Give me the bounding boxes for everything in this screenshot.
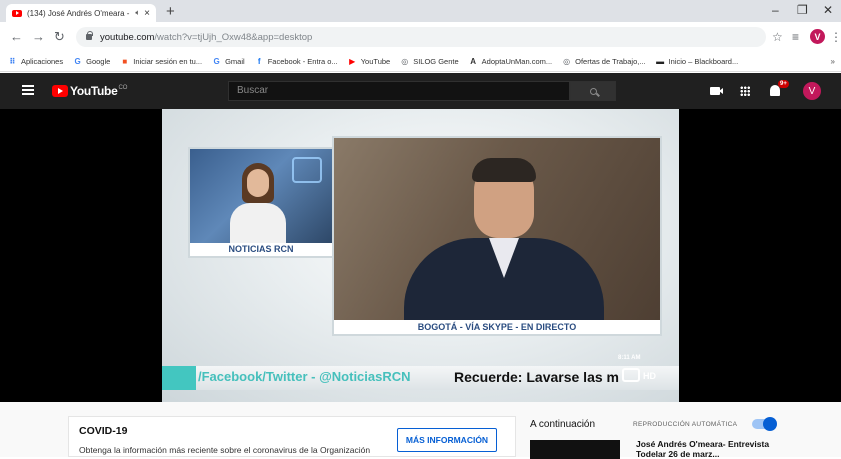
- window-close-button[interactable]: ✕: [823, 3, 833, 17]
- url-path: /watch?v=tjUjh_Oxw48&app=desktop: [154, 31, 313, 43]
- facebook-icon: f: [257, 57, 261, 66]
- google-icon: G: [213, 57, 220, 66]
- forward-arrow-icon[interactable]: →: [32, 29, 45, 44]
- bookmark-item[interactable]: ◎ SILOG Gente: [400, 57, 458, 66]
- bookmark-item[interactable]: A AdoptaUnMan.com...: [469, 57, 552, 66]
- bookmarks-overflow-icon[interactable]: »: [831, 57, 835, 66]
- adopta-icon: A: [470, 57, 477, 66]
- reload-icon[interactable]: ↻: [54, 29, 65, 45]
- anchor-image: [190, 149, 332, 243]
- news-anchor: [230, 163, 286, 243]
- country-code: CO: [118, 85, 128, 91]
- new-tab-button[interactable]: +: [166, 3, 175, 20]
- youtube-icon: ▶: [349, 57, 356, 66]
- bookmark-label: Aplicaciones: [21, 57, 64, 66]
- browser-profile-avatar[interactable]: V: [810, 29, 825, 44]
- browser-tab-strip: (134) José Andrés O'meara - 🔈︎ × + – ❐ ✕: [0, 0, 841, 22]
- browser-tab[interactable]: (134) José Andrés O'meara - 🔈︎ ×: [6, 4, 156, 22]
- bookmark-label: Facebook - Entra o...: [267, 57, 338, 66]
- bookmark-label: SILOG Gente: [413, 57, 459, 66]
- next-video-thumbnail[interactable]: [530, 440, 620, 459]
- globe-icon: ◎: [563, 57, 571, 66]
- autoplay-toggle[interactable]: [752, 417, 777, 431]
- back-arrow-icon[interactable]: ←: [10, 29, 23, 44]
- address-bar-row: ← → ↻ youtube.com/watch?v=tjUjh_Oxw48&ap…: [0, 22, 841, 52]
- youtube-header: YouTube CO Buscar 9+ V: [0, 73, 841, 109]
- url-host: youtube.com: [100, 31, 155, 43]
- bookmarks-bar: ⠿ Aplicaciones G Google ■ Iniciar sesión en t…: [0, 52, 841, 72]
- info-panel-title: COVID-19: [79, 425, 128, 437]
- bookmark-item[interactable]: ▶ YouTube: [348, 57, 390, 66]
- ticker-accent: [162, 366, 196, 390]
- blackboard-icon: ▬: [656, 57, 665, 66]
- notifications-badge: 9+: [778, 80, 789, 88]
- bookmark-label: AdoptaUnMan.com...: [481, 57, 553, 66]
- interviewee: [404, 158, 604, 334]
- bookmark-label: Ofertas de Trabajo,...: [575, 57, 646, 66]
- minimize-button[interactable]: –: [772, 3, 779, 17]
- covid-info-panel: COVID-19 Obtenga la información más reci…: [68, 416, 516, 457]
- rcn-logo-icon: [292, 157, 322, 183]
- below-player-area: COVID-19 Obtenga la información más reci…: [0, 402, 841, 459]
- youtube-favicon-icon: [12, 9, 22, 17]
- youtube-logo[interactable]: YouTube CO: [52, 84, 127, 98]
- news-ticker: /Facebook/Twitter - @NoticiasRCN Recuerd…: [162, 366, 679, 390]
- broadcast-clock: 8:11 AM: [618, 355, 641, 361]
- restore-button[interactable]: ❐: [797, 3, 808, 17]
- google-icon: G: [74, 57, 81, 66]
- bookmark-label: YouTube: [360, 57, 391, 66]
- youtube-play-icon: [52, 85, 68, 97]
- video-player[interactable]: NOTICIAS RCN BOGOTÁ - VÍA SKYPE - EN DIR…: [0, 109, 841, 402]
- account-avatar[interactable]: V: [803, 82, 821, 100]
- star-icon[interactable]: ☆: [772, 30, 783, 44]
- globe-icon: ◎: [401, 57, 409, 66]
- search-input[interactable]: Buscar: [228, 81, 570, 101]
- youtube-logo-text: YouTube: [70, 84, 118, 98]
- bookmark-label: Inicio – Blackboard...: [668, 57, 739, 66]
- bookmark-item[interactable]: ■ Iniciar sesión en tu...: [120, 57, 202, 66]
- bookmark-label: Gmail: [225, 57, 245, 66]
- tab-title: (134) José Andrés O'meara -: [27, 8, 130, 18]
- channel-hd-logo-icon: HD: [622, 365, 662, 387]
- apps-icon: ⠿: [9, 57, 16, 66]
- bookmark-item[interactable]: ◎ Ofertas de Trabajo,...: [562, 57, 645, 66]
- tab-close-icon[interactable]: ×: [144, 8, 150, 19]
- speaker-icon[interactable]: 🔈︎: [135, 8, 140, 18]
- bookmark-item[interactable]: G Google: [73, 57, 110, 66]
- more-info-button[interactable]: MÁS INFORMACIÓN: [397, 428, 497, 452]
- guest-caption: BOGOTÁ - VÍA SKYPE - EN DIRECTO: [334, 320, 660, 334]
- bookmark-item[interactable]: f Facebook - Entra o...: [255, 57, 338, 66]
- hamburger-menu-icon[interactable]: [22, 85, 34, 95]
- bookmark-item[interactable]: ▬ Inicio – Blackboard...: [656, 57, 739, 66]
- microsoft-icon: ■: [122, 57, 128, 66]
- anchor-window: NOTICIAS RCN: [188, 147, 334, 258]
- search-icon: [589, 87, 597, 95]
- anchor-caption: NOTICIAS RCN: [190, 243, 332, 256]
- ticker-message: Recuerde: Lavarse las m: [454, 369, 619, 385]
- browser-menu-icon[interactable]: ⋮: [830, 30, 841, 44]
- next-video-title[interactable]: José Andrés O'meara- Entrevista Todelar …: [636, 439, 796, 459]
- autoplay-label: REPRODUCCIÓN AUTOMÁTICA: [633, 421, 738, 428]
- url-field[interactable]: youtube.com/watch?v=tjUjh_Oxw48&app=desk…: [76, 27, 766, 47]
- bookmark-label: Iniciar sesión en tu...: [133, 57, 203, 66]
- bookmark-item[interactable]: G Gmail: [212, 57, 245, 66]
- lock-icon: [86, 31, 93, 40]
- guest-window: BOGOTÁ - VÍA SKYPE - EN DIRECTO: [332, 136, 662, 336]
- ticker-social-text: /Facebook/Twitter - @NoticiasRCN: [198, 369, 411, 384]
- bookmark-label: Google: [86, 57, 111, 66]
- search-button[interactable]: [570, 81, 616, 101]
- video-frame: NOTICIAS RCN BOGOTÁ - VÍA SKYPE - EN DIR…: [162, 109, 679, 402]
- apps-grid-icon[interactable]: [740, 86, 750, 96]
- info-panel-text: Obtenga la información más reciente sobr…: [79, 445, 371, 455]
- create-video-icon[interactable]: [710, 87, 723, 95]
- up-next-label: A continuación: [530, 419, 596, 430]
- media-queue-icon[interactable]: ≡: [792, 30, 799, 44]
- bookmark-item[interactable]: ⠿ Aplicaciones: [8, 57, 63, 66]
